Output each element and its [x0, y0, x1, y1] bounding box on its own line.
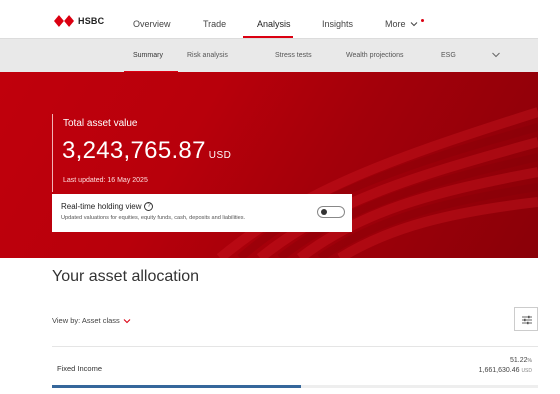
- total-asset-label: Total asset value: [63, 118, 138, 129]
- allocation-row-label: Fixed Income: [57, 364, 103, 373]
- chevron-down-icon: [410, 22, 418, 27]
- filter-settings-button[interactable]: [514, 307, 538, 331]
- window-margin-bottom: [0, 388, 560, 394]
- allocation-percent-value: 51.22: [510, 357, 528, 364]
- app-window: HSBC Overview Trade Analysis Insights Mo…: [0, 0, 538, 388]
- nav-more[interactable]: More: [385, 10, 418, 38]
- allocation-amount-value: 1,661,630.46: [478, 367, 520, 374]
- help-icon[interactable]: ?: [144, 202, 154, 211]
- total-asset-amount: 3,243,765.87: [62, 137, 206, 164]
- nav-more-label: More: [385, 19, 406, 29]
- nav-trade[interactable]: Trade: [203, 10, 226, 38]
- nav-overview[interactable]: Overview: [133, 10, 171, 38]
- total-asset-hero: Total asset value 3,243,765.87 USD Last u…: [0, 72, 538, 258]
- last-updated-text: Last updated: 16 May 2025: [63, 177, 148, 184]
- top-navigation: HSBC Overview Trade Analysis Insights Mo…: [0, 10, 538, 38]
- nav-analysis[interactable]: Analysis: [257, 10, 291, 38]
- nav-insights[interactable]: Insights: [322, 10, 353, 38]
- realtime-holding-label: Real-time holding view: [61, 202, 142, 211]
- hsbc-logo[interactable]: HSBC: [54, 15, 104, 27]
- allocation-row-percent: 51.22%: [510, 357, 532, 364]
- chevron-down-icon: [123, 318, 131, 323]
- notification-dot: [421, 19, 424, 22]
- chevron-down-icon[interactable]: [491, 51, 501, 59]
- sub-navigation: Summary Risk analysis Stress tests Wealt…: [0, 38, 538, 73]
- hero-accent-line: [52, 114, 53, 192]
- realtime-holding-title: Real-time holding view ?: [61, 202, 154, 211]
- allocation-row-amount: 1,661,630.46 USD: [479, 367, 532, 374]
- hsbc-hexagon-icon: [54, 15, 74, 27]
- toggle-knob: [321, 209, 327, 215]
- sliders-icon: [522, 315, 532, 325]
- allocation-bar-fill: [52, 385, 301, 388]
- tab-stress-tests[interactable]: Stress tests: [275, 39, 312, 73]
- tab-summary[interactable]: Summary: [133, 39, 163, 73]
- tab-risk-analysis[interactable]: Risk analysis: [187, 39, 228, 73]
- tab-wealth-projections[interactable]: Wealth projections: [346, 39, 403, 73]
- realtime-holding-description: Updated valuations for equities, equity …: [61, 215, 246, 221]
- brand-name: HSBC: [78, 16, 105, 26]
- window-margin: [538, 0, 560, 394]
- asset-allocation-title: Your asset allocation: [52, 268, 200, 285]
- allocation-amount-currency: USD: [521, 368, 532, 374]
- total-asset-currency: USD: [208, 150, 232, 161]
- tab-esg[interactable]: ESG: [441, 39, 456, 73]
- allocation-percent-unit: %: [527, 358, 532, 364]
- view-by-label: View by: Asset class: [52, 316, 120, 325]
- allocation-row-fixed-income[interactable]: Fixed Income 51.22% 1,661,630.46 USD: [52, 346, 538, 388]
- view-by-dropdown[interactable]: View by: Asset class: [52, 316, 131, 325]
- realtime-holding-toggle[interactable]: [317, 206, 345, 218]
- total-asset-value: 3,243,765.87 USD: [62, 137, 231, 165]
- realtime-holding-card: Real-time holding view ? Updated valuati…: [52, 194, 352, 232]
